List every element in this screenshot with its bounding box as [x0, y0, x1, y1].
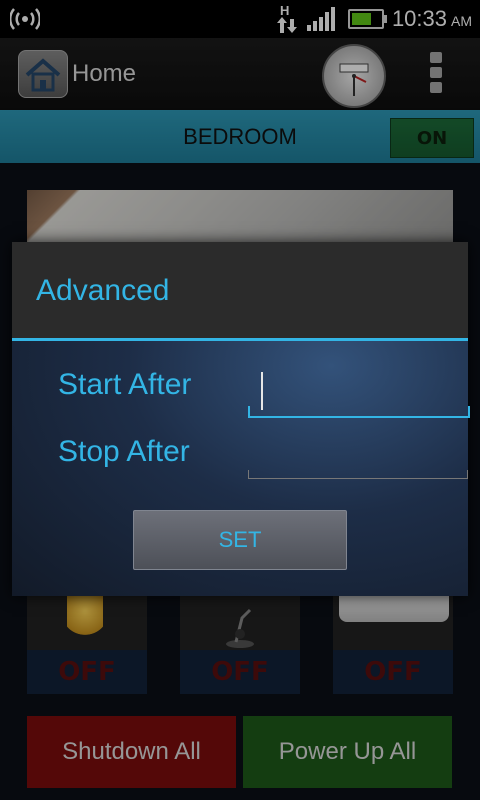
start-after-label: Start After: [58, 368, 192, 401]
set-button[interactable]: SET: [133, 510, 347, 570]
dialog-header: Advanced: [12, 242, 468, 341]
stop-after-input[interactable]: [248, 470, 468, 479]
text-cursor: [261, 372, 263, 410]
start-after-input[interactable]: [248, 406, 470, 418]
stop-after-label: Stop After: [58, 435, 190, 468]
advanced-dialog: Advanced Start After Stop After SET: [12, 242, 470, 596]
dialog-title: Advanced: [36, 274, 170, 307]
